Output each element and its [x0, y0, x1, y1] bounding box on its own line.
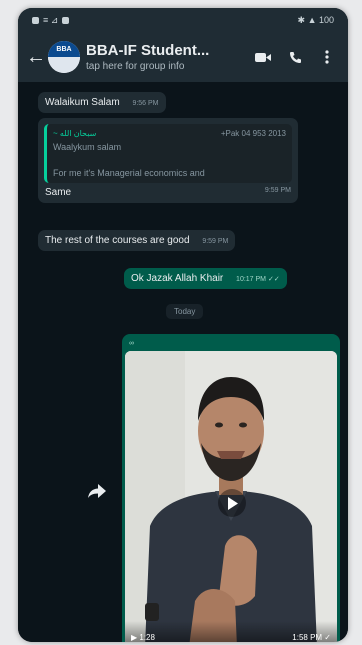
status-right-text: ✱ ▲ 100 [297, 14, 334, 25]
chat-header[interactable]: ← BBA BBA-IF Student... tap here for gro… [18, 32, 348, 82]
back-arrow-icon[interactable]: ← [26, 46, 46, 69]
avatar-bottom [48, 57, 80, 73]
status-right: ✱ ▲ 100 [298, 15, 334, 26]
reply-message-bubble[interactable]: ~ سبحان الله +Pak 04 953 2013 Waalykum s… [38, 118, 298, 203]
video-call-icon[interactable] [250, 52, 276, 63]
message-text: Ok Jazak Allah Khair [131, 273, 224, 284]
status-left-text: ≡ ⊿ [43, 14, 59, 25]
message-bubble[interactable]: The rest of the courses are good 9:59 PM [38, 230, 236, 251]
play-icon[interactable] [218, 489, 246, 517]
quote-sender: ~ سبحان الله [53, 129, 97, 138]
message-time: 10:17 PM ✓✓ [236, 276, 280, 283]
phone-frame: ≡ ⊿ ✱ ▲ 100 ← BBA BBA-IF Student... tap … [18, 8, 348, 642]
status-left: ≡ ⊿ [32, 14, 70, 26]
video-thumbnail[interactable]: ▶ 1:28 1:58 PM ✓ [125, 351, 337, 642]
chat-area[interactable]: Walaikum Salam 9:56 PM ~ سبحان الله +Pak… [18, 82, 348, 642]
group-title: BBA-IF Student... [86, 42, 210, 59]
video-duration: ▶ 1:28 [131, 633, 155, 642]
message-time: 9:56 PM [132, 100, 159, 107]
message-text: The rest of the courses are good [45, 235, 190, 246]
phone-icon[interactable] [282, 51, 308, 64]
quote-text: Waalykum salam [53, 142, 122, 152]
quote-text-line2: For me it's Managerial economics and [53, 168, 205, 178]
avatar[interactable]: BBA [48, 41, 80, 73]
avatar-logo: BBA [48, 41, 80, 57]
video-time: 1:58 PM ✓ [292, 633, 331, 642]
video-sender: ∞ [129, 340, 134, 347]
message-text: Walaikum Salam [45, 97, 120, 108]
more-vert-icon[interactable] [314, 50, 340, 64]
message-time: 9:59 PM [202, 238, 229, 245]
app-icon [62, 16, 70, 24]
quote-phone: +Pak 04 953 2013 [220, 129, 286, 138]
quote-header: ~ سبحان الله +Pak 04 953 2013 [53, 129, 286, 138]
message-text: Same [45, 187, 72, 198]
outgoing-message-bubble[interactable]: Ok Jazak Allah Khair 10:17 PM ✓✓ [124, 268, 287, 289]
message-time: 9:59 PM [264, 187, 291, 194]
group-subtitle: tap here for group info [86, 61, 185, 72]
forward-icon[interactable] [88, 482, 106, 503]
header-titles[interactable]: BBA-IF Student... tap here for group inf… [86, 42, 244, 72]
video-info-bar: ▶ 1:28 1:58 PM ✓ [125, 621, 337, 642]
day-divider: Today [166, 304, 204, 319]
message-bubble[interactable]: Walaikum Salam 9:56 PM [38, 92, 166, 113]
video-message-bubble[interactable]: ∞ ▶ 1:28 1:58 PM ✓ [122, 334, 340, 642]
status-bar: ≡ ⊿ ✱ ▲ 100 [18, 8, 348, 32]
quoted-message[interactable]: ~ سبحان الله +Pak 04 953 2013 Waalykum s… [44, 124, 292, 183]
reply-body: Same 9:59 PM [38, 187, 298, 198]
notification-icon [32, 16, 39, 24]
